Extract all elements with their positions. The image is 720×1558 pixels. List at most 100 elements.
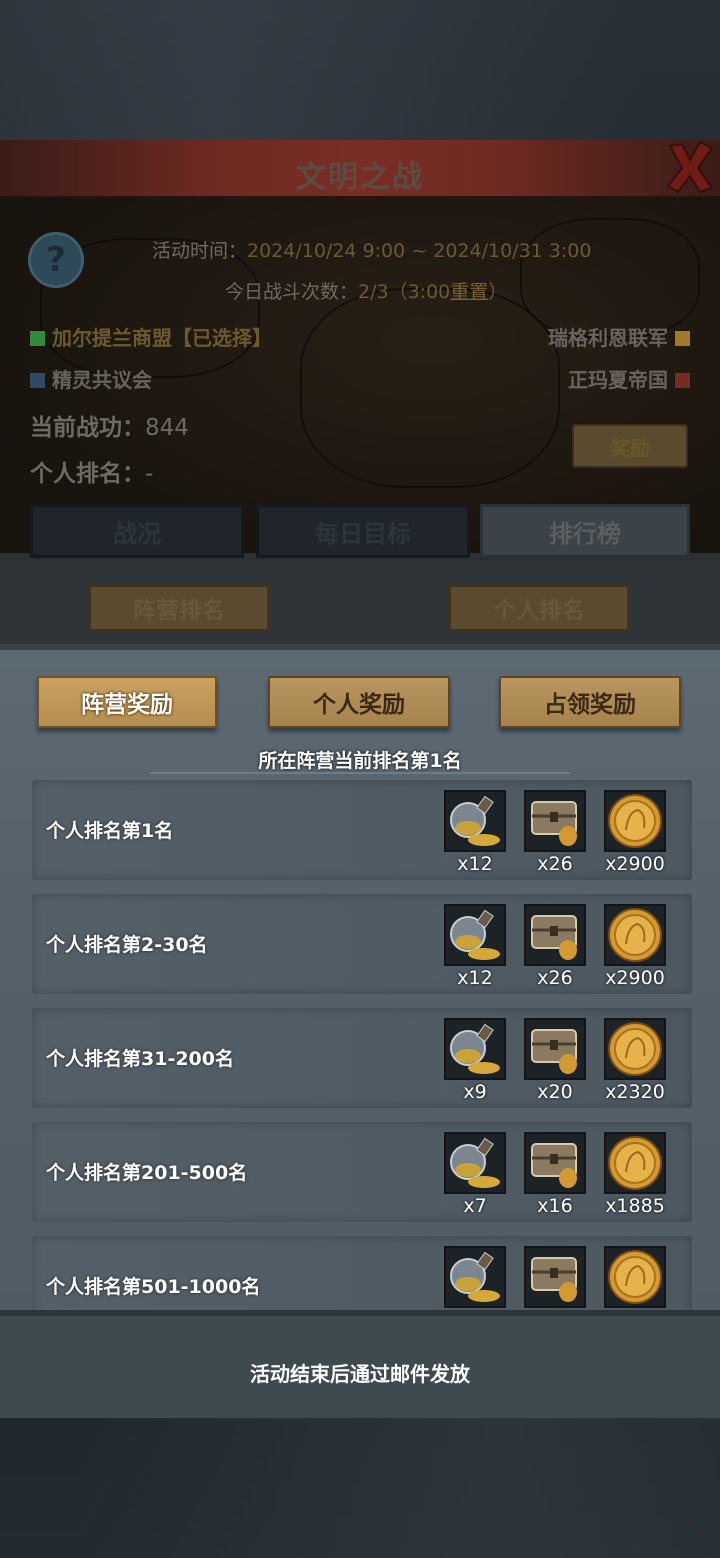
faction-color-swatch (30, 373, 45, 388)
treasure-chest-icon (524, 1132, 586, 1194)
gold-sand-flask-icon (444, 1246, 506, 1308)
gold-coin-icon (604, 904, 666, 966)
reward-item-count: x26 (537, 967, 573, 989)
reward-item-count: x16 (537, 1195, 573, 1217)
gold-sand-flask-icon (444, 904, 506, 966)
gold-sand-flask-icon (444, 790, 506, 852)
merit-label: 当前战功： (30, 415, 145, 441)
event-time-value: 2024/10/24 9:00 ~ 2024/10/31 3:00 (247, 240, 592, 262)
battle-count: 今日战斗次数：2/3（3:00重置） (225, 277, 507, 304)
gold-coin-icon (604, 1018, 666, 1080)
reward-item-count: x12 (457, 853, 493, 875)
close-icon (666, 140, 714, 194)
faction-color-swatch (30, 331, 45, 346)
reward-item[interactable]: x16 (524, 1132, 586, 1217)
tab-battle-status[interactable]: 战况 (30, 504, 244, 558)
reward-item[interactable]: x26 (524, 904, 586, 989)
personal-rank-value: - (145, 461, 154, 487)
title-bar: 文明之战 (0, 140, 720, 198)
reward-row: 个人排名第2-30名 x12 x26 x2900 (32, 894, 692, 994)
reward-item[interactable]: x3 (444, 1246, 506, 1312)
subtab-row: 阵营排名 个人排名 (0, 560, 720, 644)
faction-color-swatch (675, 331, 690, 346)
event-time: 活动时间：2024/10/24 9:00 ~ 2024/10/31 3:00 (152, 236, 591, 263)
reward-button[interactable]: 奖励 (572, 424, 688, 468)
reward-item-count: x2320 (605, 1081, 665, 1103)
gold-sand-flask-icon (444, 1132, 506, 1194)
divider (150, 772, 570, 774)
faction-right-2: 正玛夏帝国 (568, 364, 690, 393)
help-icon[interactable]: ? (28, 232, 84, 288)
event-time-label: 活动时间： (152, 240, 248, 262)
gold-sand-flask-icon (444, 1018, 506, 1080)
reward-list[interactable]: 个人排名第1名 x12 x26 x2900 个人排名第2-30名 x12 x26… (32, 780, 692, 1312)
reward-row: 个人排名第31-200名 x9 x20 x2320 (32, 1008, 692, 1108)
reward-item-count: x20 (537, 1081, 573, 1103)
faction-color-swatch (675, 373, 690, 388)
reward-item[interactable]: x7 (444, 1132, 506, 1217)
personal-rank-label: 个人排名： (30, 461, 145, 487)
reward-row-label: 个人排名第2-30名 (46, 934, 208, 956)
reward-item[interactable]: x9 (444, 1018, 506, 1103)
main-tabs: 战况 每日目标 排行榜 (30, 504, 690, 558)
tab-leaderboard[interactable]: 排行榜 (480, 504, 690, 558)
battle-count-value: 2/3（3:00 (358, 281, 451, 303)
footer-text: 活动结束后通过邮件发放 (250, 1362, 470, 1386)
reward-item[interactable]: x870 (604, 1246, 666, 1312)
faction-right-1: 瑞格利恩联军 (548, 322, 690, 351)
subtab-faction-rank[interactable]: 阵营排名 (88, 584, 270, 632)
reward-row-label: 个人排名第1名 (46, 820, 174, 842)
faction-name: 瑞格利恩联军 (548, 326, 669, 350)
reward-item[interactable]: x12 (444, 790, 506, 875)
merit: 当前战功：844 (30, 408, 189, 442)
reward-item[interactable]: x2900 (604, 790, 666, 875)
reward-item[interactable]: x12 (444, 904, 506, 989)
battle-count-close: ） (488, 281, 508, 303)
battle-count-label: 今日战斗次数： (225, 281, 359, 303)
personal-reward-button[interactable]: 个人奖励 (268, 676, 450, 728)
reward-item-count: x7 (463, 1195, 487, 1217)
treasure-chest-icon (524, 1246, 586, 1308)
faction-name: 加尔提兰商盟【已选择】 (51, 326, 272, 350)
faction-left-2: 精灵共议会 (30, 364, 152, 393)
personal-rank: 个人排名：- (30, 454, 153, 488)
reward-row: 个人排名第201-500名 x7 x16 x1885 (32, 1122, 692, 1222)
treasure-chest-icon (524, 904, 586, 966)
subtab-personal-rank[interactable]: 个人排名 (448, 584, 630, 632)
reward-item-count: x12 (457, 967, 493, 989)
reward-item[interactable]: x2900 (604, 904, 666, 989)
faction-name: 精灵共议会 (51, 368, 152, 392)
reward-item[interactable]: x26 (524, 790, 586, 875)
reset-link[interactable]: 重置 (450, 281, 488, 303)
treasure-chest-icon (524, 1018, 586, 1080)
reward-sheet: 阵营奖励 个人奖励 占领奖励 所在阵营当前排名第1名 个人排名第1名 x12 x… (0, 644, 720, 1418)
faction-reward-button[interactable]: 阵营奖励 (37, 676, 217, 728)
gold-coin-icon (604, 1246, 666, 1308)
reward-row: 个人排名第501-1000名 x3 x7 x870 (32, 1236, 692, 1312)
reward-row: 个人排名第1名 x12 x26 x2900 (32, 780, 692, 880)
reward-item-count: x1885 (605, 1195, 665, 1217)
merit-value: 844 (145, 415, 189, 441)
gold-coin-icon (604, 1132, 666, 1194)
close-button[interactable] (666, 140, 714, 194)
treasure-chest-icon (524, 790, 586, 852)
reward-item[interactable]: x20 (524, 1018, 586, 1103)
faction-name: 正玛夏帝国 (568, 368, 669, 392)
reward-item-count: x2900 (605, 967, 665, 989)
reward-row-label: 个人排名第201-500名 (46, 1162, 248, 1184)
current-rank-text: 所在阵营当前排名第1名 (258, 750, 462, 772)
reward-item-count: x9 (463, 1081, 487, 1103)
occupation-reward-button[interactable]: 占领奖励 (499, 676, 681, 728)
gold-coin-icon (604, 790, 666, 852)
reward-item-count: x26 (537, 853, 573, 875)
reward-row-label: 个人排名第501-1000名 (46, 1276, 261, 1298)
reward-item[interactable]: x1885 (604, 1132, 666, 1217)
window-title: 文明之战 (296, 160, 424, 195)
faction-left-1: 加尔提兰商盟【已选择】 (30, 322, 272, 351)
reward-item[interactable]: x7 (524, 1246, 586, 1312)
reward-item[interactable]: x2320 (604, 1018, 666, 1103)
tab-daily-goals[interactable]: 每日目标 (256, 504, 470, 558)
reward-item-count: x2900 (605, 853, 665, 875)
footer: 活动结束后通过邮件发放 (0, 1310, 720, 1418)
reward-row-label: 个人排名第31-200名 (46, 1048, 234, 1070)
